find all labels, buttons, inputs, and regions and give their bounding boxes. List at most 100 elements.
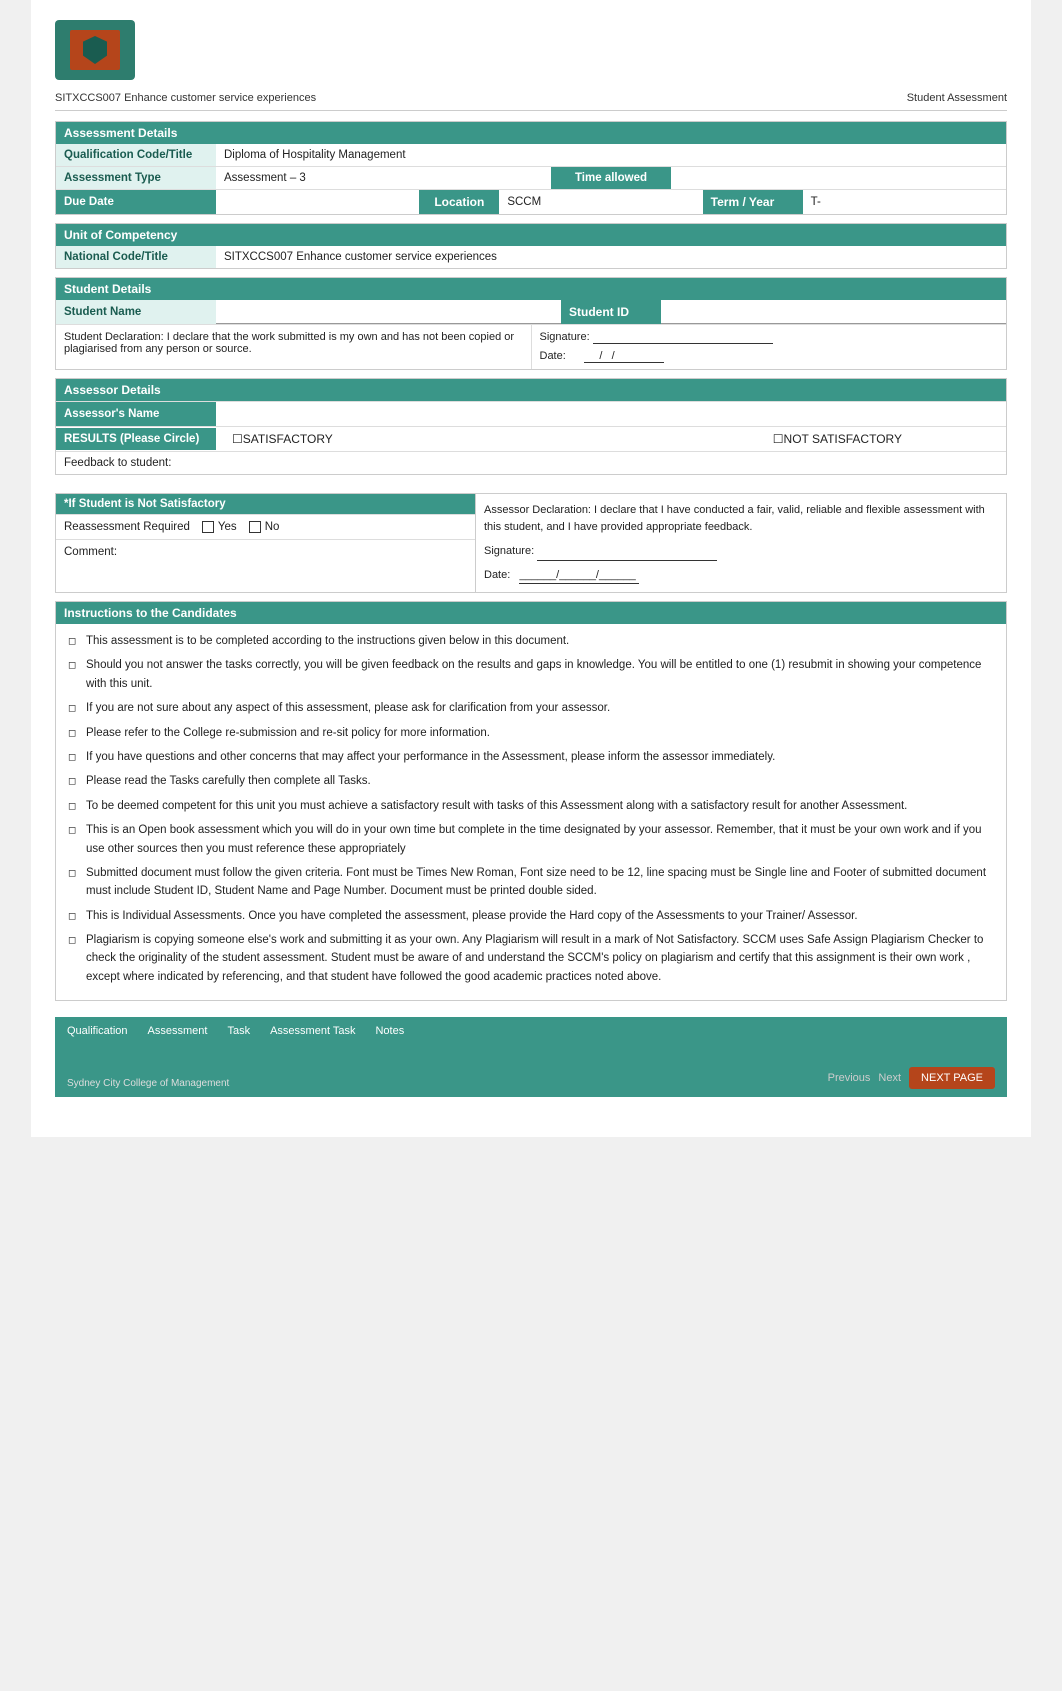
no-label: No <box>265 521 280 533</box>
assessor-name-row: Assessor's Name <box>56 401 1006 426</box>
footer-nav-item[interactable]: Qualification <box>67 1025 128 1037</box>
instructions-header: Instructions to the Candidates <box>56 602 1006 624</box>
national-label: National Code/Title <box>56 246 216 268</box>
bullet-icon: ◻ <box>68 799 80 815</box>
bullet-icon: ◻ <box>68 866 80 882</box>
bullet-icon: ◻ <box>68 701 80 717</box>
instructions-list: ◻ This assessment is to be completed acco… <box>68 632 994 986</box>
instruction-text: This is Individual Assessments. Once you… <box>86 907 858 925</box>
footer-buttons: Previous Next NEXT PAGE <box>828 1067 995 1089</box>
results-value: ☐SATISFACTORY ☐NOT SATISFACTORY <box>216 427 1006 451</box>
type-label: Assessment Type <box>56 167 216 189</box>
assessor-date-value: ______/______/______ <box>519 567 639 585</box>
term-label: Term / Year <box>703 190 803 214</box>
bullet-icon: ◻ <box>68 634 80 650</box>
qual-value: Diploma of Hospitality Management <box>216 144 1006 166</box>
instruction-item: ◻If you have questions and other concern… <box>68 748 994 766</box>
instruction-text: Should you not answer the tasks correctl… <box>86 656 994 693</box>
bullet-icon: ◻ <box>68 933 80 949</box>
student-name-label: Student Name <box>56 300 216 324</box>
time-label: Time allowed <box>551 167 671 189</box>
student-name-row: Student Name Student ID <box>56 300 1006 324</box>
instruction-text: This assessment is to be completed accor… <box>86 632 569 650</box>
no-checkbox-sq[interactable] <box>249 521 261 533</box>
student-id-label: Student ID <box>561 300 661 324</box>
instruction-item: ◻Please read the Tasks carefully then co… <box>68 772 994 790</box>
logo-box <box>55 20 135 80</box>
next-label[interactable]: Next <box>878 1072 901 1084</box>
footer-nav-item[interactable]: Assessment Task <box>270 1025 355 1037</box>
location-label: Location <box>419 190 499 214</box>
instructions-body: ◻ This assessment is to be completed acco… <box>56 624 1006 1000</box>
instruction-item: ◻ Plagiarism is copying someone else's wo… <box>68 931 994 986</box>
bullet-icon: ◻ <box>68 750 80 766</box>
ns-header: *If Student is Not Satisfactory <box>56 494 475 514</box>
due-label: Due Date <box>56 190 216 214</box>
instruction-text: Please read the Tasks carefully then com… <box>86 772 371 790</box>
instruction-item: ◻Should you not answer the tasks correct… <box>68 656 994 693</box>
feedback-row: Feedback to student: <box>56 451 1006 474</box>
yes-checkbox[interactable]: Yes <box>202 521 237 533</box>
assessor-section: Assessor Details Assessor's Name RESULTS… <box>55 378 1007 475</box>
instruction-text: This is an Open book assessment which yo… <box>86 821 994 858</box>
no-checkbox[interactable]: No <box>249 521 280 533</box>
footer-page-info: Sydney City College of Management <box>67 1078 229 1089</box>
assessor-sig-value <box>537 543 717 561</box>
assessor-date-label: Date: <box>484 569 510 581</box>
footer-nav-item[interactable]: Assessment <box>148 1025 208 1037</box>
qual-row: Qualification Code/Title Diploma of Hosp… <box>56 144 1006 166</box>
instruction-text: Plagiarism is copying someone else's wor… <box>86 931 994 986</box>
type-value: Assessment – 3 <box>216 167 551 189</box>
location-value: SCCM <box>499 190 702 214</box>
assessment-details-body: Qualification Code/Title Diploma of Hosp… <box>56 144 1006 214</box>
instruction-item: ◻This is an Open book assessment which y… <box>68 821 994 858</box>
assessor-body: Assessor's Name RESULTS (Please Circle) … <box>56 401 1006 474</box>
doc-header: SITXCCS007 Enhance customer service expe… <box>55 92 1007 111</box>
unit-body: National Code/Title SITXCCS007 Enhance c… <box>56 246 1006 268</box>
time-value <box>671 167 1006 189</box>
instruction-item: ◻Submitted document must follow the give… <box>68 864 994 901</box>
assessor-date-row: Date: ______/______/______ <box>484 567 998 585</box>
logo-shield-icon <box>83 36 107 64</box>
student-body: Student Name Student ID Student Declarat… <box>56 300 1006 369</box>
type-row: Assessment Type Assessment – 3 Time allo… <box>56 166 1006 189</box>
next-page-button[interactable]: NEXT PAGE <box>909 1067 995 1089</box>
declaration-row: Student Declaration: I declare that the … <box>56 324 1006 369</box>
prev-label[interactable]: Previous <box>828 1072 871 1084</box>
instruction-text: Please refer to the College re-submissio… <box>86 724 490 742</box>
instruction-text: If you are not sure about any aspect of … <box>86 699 610 717</box>
student-id-value <box>661 300 1006 324</box>
instruction-text: To be deemed competent for this unit you… <box>86 797 907 815</box>
due-value <box>216 190 419 214</box>
not-satisfactory-option: ☐NOT SATISFACTORY <box>773 432 902 446</box>
logo-area <box>55 20 1007 80</box>
footer-nav-item[interactable]: Task <box>227 1025 250 1037</box>
results-label: RESULTS (Please Circle) <box>56 428 216 450</box>
due-row: Due Date Location SCCM Term / Year T- <box>56 189 1006 214</box>
assessor-declaration-text: Assessor Declaration: I declare that I h… <box>484 502 998 535</box>
unit-section: Unit of Competency National Code/Title S… <box>55 223 1007 269</box>
declaration-right: Signature: Date: / / <box>532 325 1007 369</box>
unit-header: Unit of Competency <box>56 224 1006 246</box>
feedback-label: Feedback to student: <box>64 457 171 469</box>
date-label: Date: <box>540 350 566 362</box>
date-row: Date: / / <box>540 350 999 363</box>
instruction-item: ◻Please refer to the College re-submissi… <box>68 724 994 742</box>
qual-label: Qualification Code/Title <box>56 144 216 166</box>
sig-label: Signature: <box>540 331 590 343</box>
assessment-details-header: Assessment Details <box>56 122 1006 144</box>
student-name-value <box>216 300 561 324</box>
comment-label: Comment: <box>64 546 117 558</box>
instruction-item: ◻This is Individual Assessments. Once yo… <box>68 907 994 925</box>
footer-nav-item[interactable]: Notes <box>375 1025 404 1037</box>
national-row: National Code/Title SITXCCS007 Enhance c… <box>56 246 1006 268</box>
national-value: SITXCCS007 Enhance customer service expe… <box>216 246 1006 268</box>
doc-left-header: SITXCCS007 Enhance customer service expe… <box>55 92 316 104</box>
ns-comment: Comment: <box>56 539 475 579</box>
yes-checkbox-sq[interactable] <box>202 521 214 533</box>
assessor-sig-row: Signature: <box>484 543 998 561</box>
not-satisfactory-section: *If Student is Not Satisfactory Reassess… <box>55 493 1007 593</box>
assessor-declaration-right: Assessor Declaration: I declare that I h… <box>476 494 1006 592</box>
student-header: Student Details <box>56 278 1006 300</box>
sig-row: Signature: <box>540 331 999 344</box>
